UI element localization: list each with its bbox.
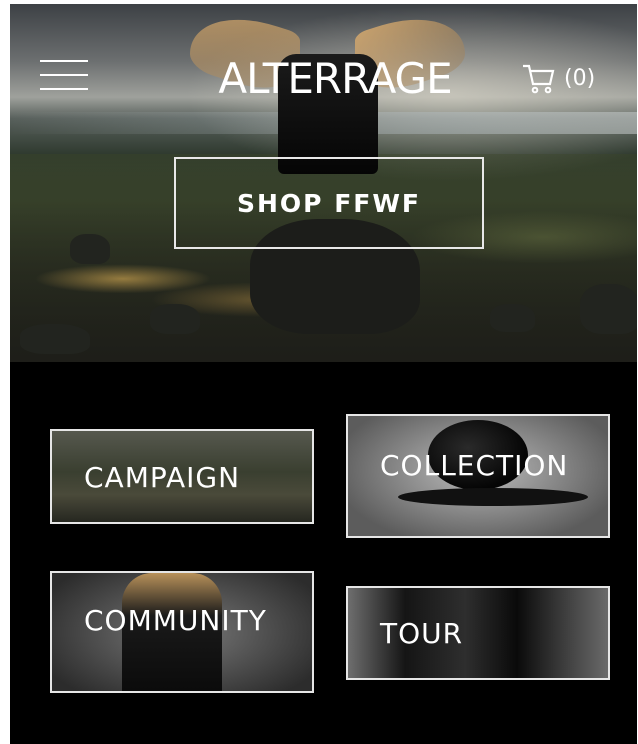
brand-logo[interactable]: ALTERRAGE (170, 54, 500, 104)
campaign-card-label: CAMPAIGN (84, 461, 241, 494)
tour-card[interactable]: TOUR (346, 586, 610, 680)
community-card[interactable]: COMMUNITY (50, 571, 314, 693)
community-card-label: COMMUNITY (84, 604, 267, 637)
hero-rock (580, 284, 637, 334)
collection-card-image (398, 488, 588, 506)
hero-rock (70, 234, 110, 264)
hero-rock (150, 304, 200, 334)
hero-banner: ALTERRAGE (0) SHOP FFWF (10, 4, 637, 362)
shop-ffwf-button[interactable]: SHOP FFWF (174, 157, 484, 249)
hero-rock (20, 324, 90, 354)
campaign-card[interactable]: CAMPAIGN (50, 429, 314, 524)
cart-button[interactable]: (0) (520, 60, 595, 96)
cart-count: (0) (564, 65, 596, 91)
hero-rock (490, 304, 535, 332)
collection-card[interactable]: COLLECTION (346, 414, 610, 538)
collection-card-label: COLLECTION (380, 449, 569, 482)
cart-icon (523, 64, 555, 94)
page: ALTERRAGE (0) SHOP FFWF CAMPAIGN COLLECT… (10, 4, 637, 744)
menu-icon[interactable] (40, 60, 88, 94)
tour-card-label: TOUR (380, 617, 464, 650)
